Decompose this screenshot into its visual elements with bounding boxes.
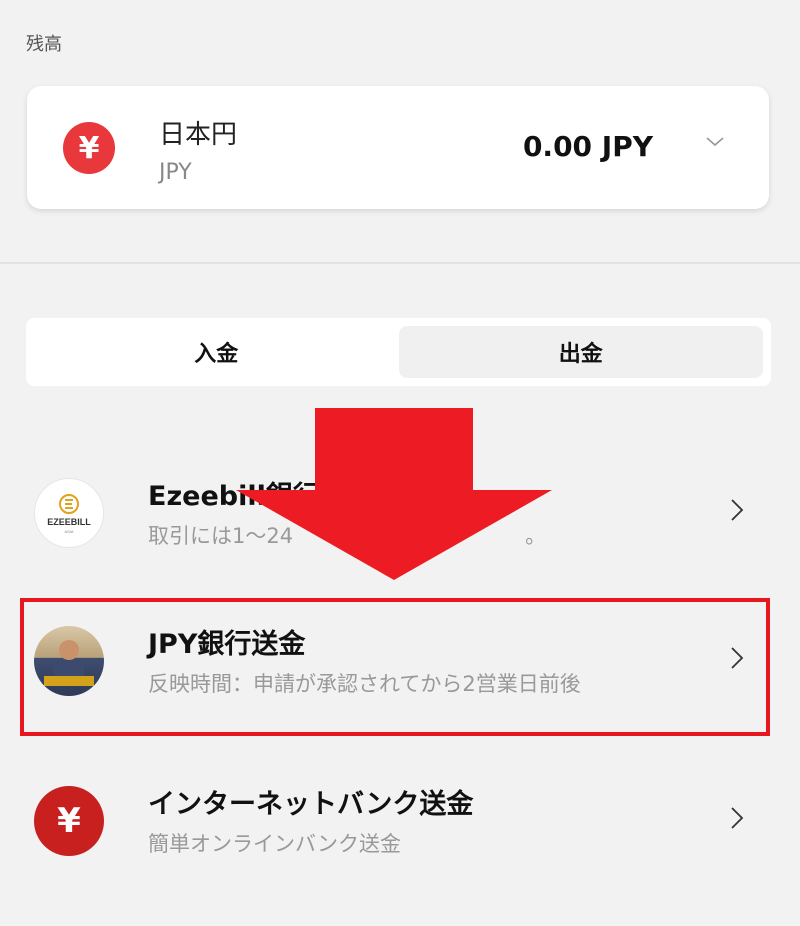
yen-icon: ¥ bbox=[63, 122, 115, 174]
method-title: インターネットバンク送金 bbox=[148, 789, 474, 820]
method-internet-bank[interactable]: ¥ インターネットバンク送金 簡単オンラインバンク送金 bbox=[0, 756, 800, 876]
method-desc: 簡単オンラインバンク送金 bbox=[148, 832, 402, 856]
down-arrow-icon bbox=[236, 408, 552, 580]
ezeebill-logo-icon: EZEEBILL ASIA bbox=[34, 478, 104, 548]
currency-name: 日本円 bbox=[159, 120, 238, 150]
chevron-right-icon bbox=[731, 807, 744, 829]
yen-symbol: ¥ bbox=[57, 801, 81, 841]
currency-selector[interactable]: ¥ 日本円 JPY 0.00 JPY bbox=[27, 86, 769, 209]
chevron-right-icon bbox=[731, 499, 744, 521]
balance-label: 残高 bbox=[26, 34, 62, 55]
yen-symbol: ¥ bbox=[78, 130, 100, 166]
highlight-box bbox=[20, 598, 770, 736]
ezeebill-logo-subtext: ASIA bbox=[64, 529, 73, 534]
ezeebill-logo: EZEEBILL ASIA bbox=[47, 494, 91, 534]
yen-icon: ¥ bbox=[34, 786, 104, 856]
divider bbox=[0, 262, 800, 264]
chevron-down-icon[interactable] bbox=[705, 132, 725, 152]
balance-amount: 0.00 JPY bbox=[522, 130, 653, 163]
currency-code: JPY bbox=[159, 160, 192, 185]
tab-withdraw[interactable]: 出金 bbox=[398, 326, 763, 378]
ezeebill-logo-text: EZEEBILL bbox=[47, 517, 91, 527]
deposit-withdraw-tabs: 入金 出金 bbox=[26, 318, 771, 386]
tab-deposit[interactable]: 入金 bbox=[34, 326, 399, 378]
